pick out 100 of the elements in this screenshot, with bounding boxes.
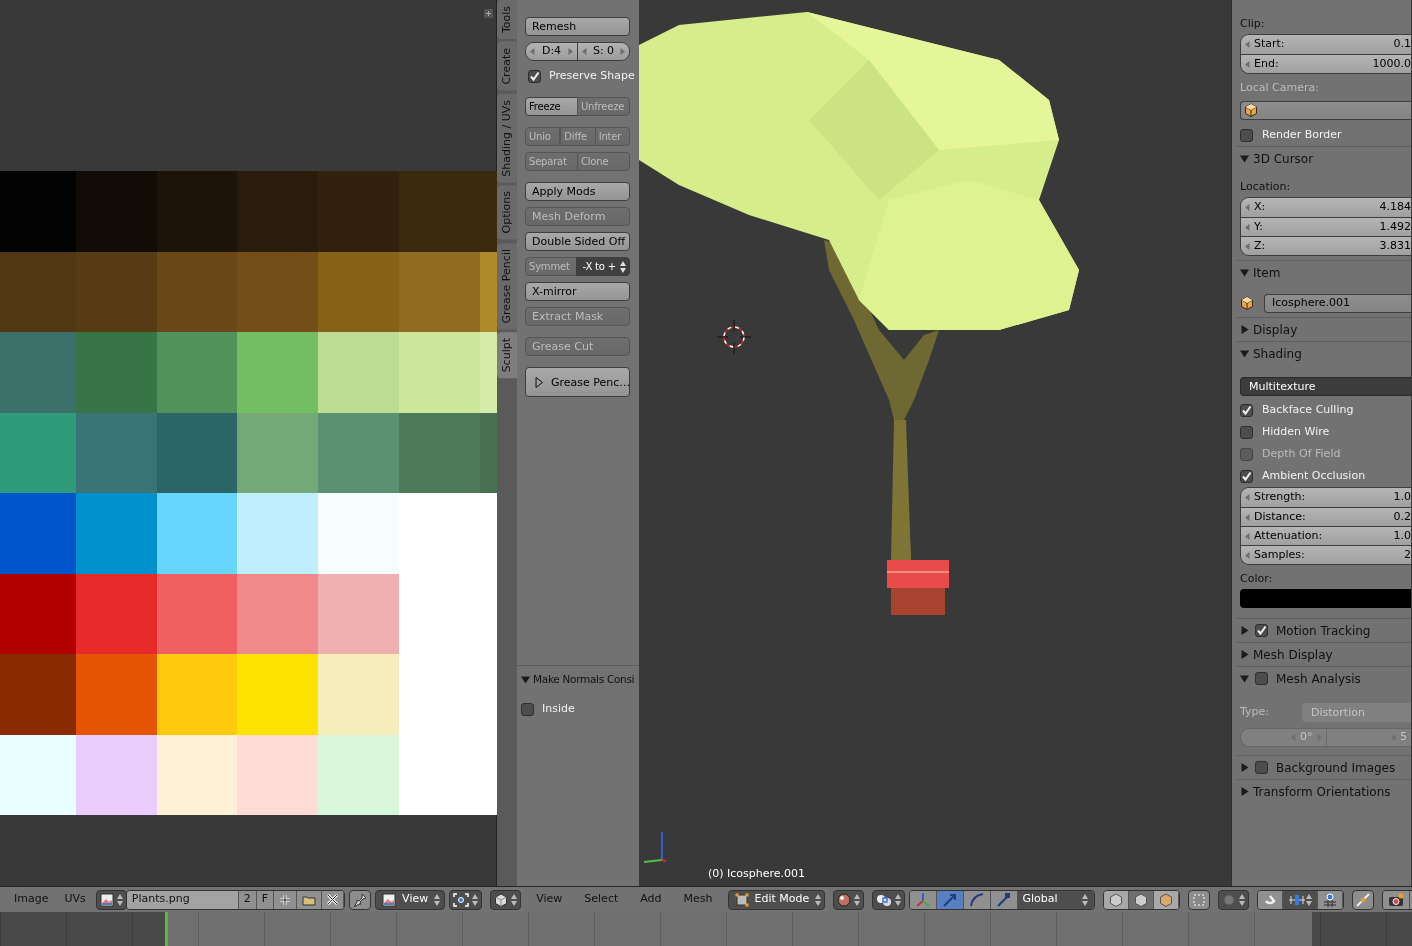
- number-field[interactable]: Strength: 1.0: [1241, 488, 1411, 507]
- panel-header[interactable]: Transform Orientations: [1237, 779, 1411, 803]
- object-name-field[interactable]: Icosphere.001: [1264, 293, 1411, 313]
- 3d-cursor-icon[interactable]: [716, 319, 752, 355]
- checkbox-label[interactable]: Hidden Wire: [1262, 423, 1330, 441]
- panel-header[interactable]: Item: [1237, 260, 1411, 284]
- tool-tab[interactable]: Grease Pencil: [497, 242, 517, 330]
- checkbox[interactable]: [1240, 128, 1253, 142]
- snap-target-button[interactable]: [1317, 890, 1343, 909]
- menu-item[interactable]: Image: [8, 891, 55, 908]
- users-count[interactable]: 2: [238, 890, 257, 909]
- checkbox[interactable]: [1240, 469, 1253, 483]
- number-field[interactable]: Z: 3.831: [1241, 236, 1411, 255]
- number-field[interactable]: Attenuation: 1.0: [1241, 526, 1411, 545]
- checkbox-label[interactable]: Ambient Occlusion: [1262, 467, 1366, 485]
- tool-tab[interactable]: Shading / UVs: [497, 93, 517, 183]
- camera-field[interactable]: [1240, 100, 1411, 120]
- number-field[interactable]: Start: 0.1: [1241, 35, 1411, 54]
- tool-button[interactable]: Apply Mods: [525, 182, 630, 201]
- collapse-triangle-icon[interactable]: [1240, 349, 1249, 358]
- dropdown[interactable]: -X to +: [575, 257, 630, 276]
- checkbox[interactable]: [1255, 624, 1268, 637]
- expand-triangle-icon[interactable]: [1240, 626, 1249, 635]
- number-field[interactable]: Samples: 2: [1241, 545, 1411, 564]
- panel-header[interactable]: Shading: [1237, 341, 1411, 365]
- unlink-image-button[interactable]: [322, 890, 345, 909]
- manipulator-group[interactable]: Global: [908, 889, 1095, 910]
- view-dropdown[interactable]: View: [375, 889, 446, 910]
- proportional-edit-dropdown[interactable]: [1217, 889, 1249, 910]
- number-field[interactable]: Distance: 0.2: [1241, 507, 1411, 526]
- panel-header[interactable]: 3D Cursor: [1237, 146, 1411, 170]
- panel-header[interactable]: Display: [1237, 317, 1411, 341]
- collapse-triangle-icon[interactable]: [521, 675, 530, 685]
- subpanel-button[interactable]: Grease Penc…: [525, 367, 630, 397]
- orientation-dropdown[interactable]: Global: [1017, 890, 1094, 909]
- expand-triangle-icon[interactable]: [1240, 787, 1249, 796]
- checkbox-label[interactable]: Inside: [542, 701, 575, 718]
- snap-element-dropdown[interactable]: [1282, 890, 1318, 909]
- field-label: Location:: [1240, 179, 1292, 195]
- panel-header[interactable]: Motion Tracking: [1237, 618, 1411, 642]
- image-name-field[interactable]: Plants.png: [126, 890, 239, 909]
- tool-tab[interactable]: Options: [497, 185, 517, 240]
- tool-button[interactable]: Freeze: [525, 97, 578, 116]
- tool-button[interactable]: X-mirror: [525, 282, 630, 301]
- checkbox[interactable]: [1255, 761, 1268, 774]
- select-mode-group[interactable]: [1102, 889, 1180, 910]
- checkbox[interactable]: [1255, 672, 1268, 685]
- manipulator-toggle[interactable]: [909, 890, 937, 909]
- tool-button[interactable]: Double Sided Off: [525, 232, 630, 251]
- number-field[interactable]: End: 1000.0: [1241, 54, 1411, 73]
- checkbox[interactable]: [1240, 403, 1253, 417]
- checkbox[interactable]: [528, 70, 541, 83]
- limit-selection-button[interactable]: [1187, 889, 1210, 910]
- panel-header[interactable]: Mesh Analysis: [1237, 666, 1411, 690]
- expand-triangle-icon[interactable]: [1240, 650, 1249, 659]
- collapse-triangle-icon[interactable]: [1240, 268, 1249, 277]
- tool-tab[interactable]: Create: [497, 42, 517, 91]
- vertex-select-button[interactable]: [1103, 890, 1129, 909]
- image-browse-dropdown[interactable]: [95, 889, 127, 910]
- menu-item[interactable]: Mesh: [676, 891, 720, 908]
- collapse-triangle-icon[interactable]: [1240, 674, 1249, 683]
- snap-toggle[interactable]: [1257, 890, 1283, 909]
- pivot-dropdown[interactable]: [871, 889, 905, 910]
- menu-item[interactable]: Select: [577, 891, 626, 908]
- shading-dropdown[interactable]: Multitexture: [1240, 377, 1411, 396]
- mode-dropdown[interactable]: Edit Mode: [727, 889, 825, 910]
- checkbox[interactable]: [1240, 425, 1253, 439]
- shading-mode-dropdown[interactable]: [832, 889, 864, 910]
- panel-header[interactable]: Background Images: [1237, 755, 1411, 779]
- face-select-button[interactable]: [1153, 890, 1179, 909]
- image-selector[interactable]: Plants.png 2 F: [125, 889, 346, 910]
- tool-button[interactable]: Remesh: [525, 17, 630, 36]
- expand-triangle-icon[interactable]: [1240, 325, 1249, 334]
- editor-type-dropdown[interactable]: [490, 889, 522, 910]
- pin-button[interactable]: [349, 889, 372, 910]
- checkbox[interactable]: [521, 702, 534, 716]
- checkbox-label[interactable]: Backface Culling: [1262, 401, 1354, 419]
- expand-triangle-icon[interactable]: [1240, 763, 1249, 772]
- open-image-button[interactable]: [297, 890, 323, 909]
- pivot-dropdown[interactable]: [449, 889, 483, 910]
- color-swatch[interactable]: [1240, 589, 1411, 608]
- fake-user-toggle[interactable]: F: [256, 890, 275, 909]
- menu-item[interactable]: View: [529, 891, 570, 908]
- checkbox-label[interactable]: Render Border: [1262, 126, 1342, 144]
- number-field[interactable]: X: 4.184: [1241, 198, 1411, 217]
- add-region-icon[interactable]: [484, 9, 493, 18]
- tool-tab[interactable]: Sculpt: [497, 332, 517, 379]
- manipulator-toggle[interactable]: [990, 890, 1018, 909]
- manipulator-toggle[interactable]: [963, 890, 991, 909]
- menu-item[interactable]: UVs: [58, 891, 92, 908]
- number-field[interactable]: Y: 1.492: [1241, 217, 1411, 236]
- panel-header[interactable]: Mesh Display: [1237, 642, 1411, 666]
- snap-group[interactable]: [1256, 889, 1344, 910]
- collapse-triangle-icon[interactable]: [1240, 154, 1249, 163]
- tool-tab[interactable]: Tools: [497, 0, 517, 40]
- manipulator-toggle[interactable]: [936, 890, 964, 909]
- menu-item[interactable]: Add: [633, 891, 669, 908]
- auto-merge-button[interactable]: [1351, 889, 1374, 910]
- checkbox-label[interactable]: Preserve Shape: [549, 68, 635, 85]
- new-image-button[interactable]: [274, 890, 298, 909]
